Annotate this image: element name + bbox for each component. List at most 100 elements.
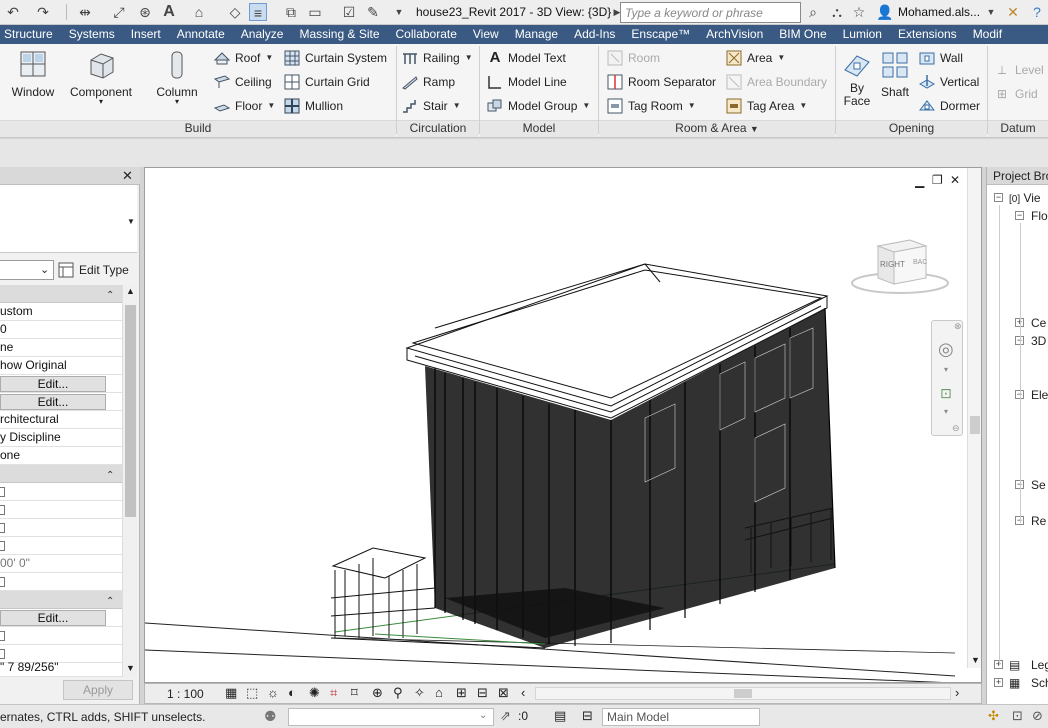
worksets-icon[interactable]: ⚉ [264,708,277,725]
shadows-icon[interactable]: ◐ [288,685,296,700]
tree-node-renderings[interactable]: Re [1031,514,1046,528]
tab-archvision[interactable]: ArchVision [698,25,771,44]
property-row[interactable]: y Discipline [0,429,122,447]
scroll-thumb[interactable] [125,305,136,517]
select-underlay-icon[interactable]: ⊡ [1012,708,1023,724]
checkbox[interactable] [0,487,5,497]
dimension-icon[interactable]: ⤢ [110,3,128,21]
active-design-option-icon[interactable]: ⊟ [582,708,593,724]
tag-area-button[interactable]: Tag Area ▼ [726,96,807,116]
tab-modify[interactable]: Modif [965,25,1010,44]
property-row[interactable] [0,501,122,519]
dormer-button[interactable]: Dormer [919,96,980,116]
property-row[interactable] [0,483,122,501]
binoculars-icon[interactable]: ⌕ [804,3,822,21]
curtain-system-button[interactable]: Curtain System [284,48,387,68]
property-row[interactable]: one [0,447,122,465]
measure-icon[interactable]: ⇹ [76,3,94,21]
edit-type-button[interactable]: Edit Type [58,260,138,280]
edit-button[interactable]: Edit... [0,610,106,626]
group-header[interactable]: ⌃ [0,285,122,303]
tab-view[interactable]: View [465,25,507,44]
edit-button[interactable]: Edit... [0,376,106,392]
tree-node-ceiling-plans[interactable]: Ce [1031,316,1046,330]
checkbox[interactable] [0,523,5,533]
by-face-button[interactable]: By Face [840,48,874,108]
expand-icon[interactable]: + [994,678,1003,687]
wall-opening-button[interactable]: Wall [919,48,963,68]
sun-path-icon[interactable]: ☼ [267,685,279,700]
railing-button[interactable]: Railing ▼ [402,48,473,68]
tab-add-ins[interactable]: Add-Ins [566,25,623,44]
user-name[interactable]: Mohamed.als... [898,0,980,25]
design-options-icon[interactable]: ▤ [554,708,566,724]
tab-massing-site[interactable]: Massing & Site [291,25,387,44]
tree-node-3d-views[interactable]: 3D [1031,334,1046,348]
crop-view-icon[interactable]: ⌗ [330,685,337,701]
text-icon[interactable]: A [160,3,178,21]
tag-room-button[interactable]: Tag Room ▼ [607,96,696,116]
checkbox[interactable] [0,649,5,659]
area-button[interactable]: Area ▼ [726,48,785,68]
property-row[interactable]: 00' 0" [0,555,122,573]
reveal-constraints-icon[interactable]: ⊠ [498,685,509,701]
tab-bim-one[interactable]: BIM One [771,25,834,44]
tab-analyze[interactable]: Analyze [233,25,292,44]
collapse-icon[interactable]: − [1015,211,1024,220]
drawing-area-3d-view[interactable]: ▁ ❐ ✕ RIGHT BAC ⊗ ◎ ▾ ⊡ ▾ ⊖ ▼ [144,167,982,683]
redo-icon[interactable]: ↷ [34,3,52,21]
edit-icon[interactable]: ✎ [364,3,382,21]
search-input[interactable] [620,2,801,23]
floor-button[interactable]: Floor ▼ [214,96,275,116]
tree-node-sections[interactable]: Se [1031,478,1046,492]
curtain-grid-button[interactable]: Curtain Grid [284,72,370,92]
tab-lumion[interactable]: Lumion [835,25,890,44]
scroll-thumb[interactable] [734,689,752,698]
active-model-field[interactable]: Main Model [602,708,760,726]
properties-scrollbar[interactable]: ▲ ▼ [122,285,137,677]
checkbox[interactable] [0,541,5,551]
3d-view-icon[interactable]: ⌂ [190,3,208,21]
window-button[interactable]: Window [8,48,58,99]
mullion-button[interactable]: Mullion [284,96,343,116]
collapse-icon[interactable]: − [994,193,1003,202]
property-row[interactable]: rchitectural [0,411,122,429]
close-icon[interactable]: ✕ [122,167,133,184]
type-selector[interactable]: ▼ [0,185,137,253]
subscription-icon[interactable]: ⛬ [828,3,846,21]
tree-node-views[interactable]: [0] Vie [1009,191,1041,207]
modify-icon[interactable]: ☑ [340,3,358,21]
scroll-right-icon[interactable]: › [955,685,959,700]
editable-only-icon[interactable]: ⇗ [500,708,511,724]
checkbox[interactable] [0,505,5,515]
user-menu-arrow-icon[interactable]: ▼ [982,3,1000,21]
vertical-opening-button[interactable]: Vertical [919,72,979,92]
scroll-down-icon[interactable]: ▼ [126,663,135,673]
worksharing-icon[interactable]: ⌂ [435,685,443,700]
tree-node-elevations[interactable]: Ele [1031,388,1048,402]
lock-view-icon[interactable]: ⊕ [372,685,383,701]
close-hidden-icon[interactable]: ⧉ [282,3,300,21]
rendering-icon[interactable]: ✺ [309,685,320,701]
property-row[interactable] [0,519,122,537]
roof-button[interactable]: Roof ▼ [214,48,273,68]
scroll-up-icon[interactable]: ▲ [126,286,135,296]
visual-style-icon[interactable]: ⬚ [246,685,258,701]
group-header[interactable]: ⌃ [0,465,122,483]
tab-enscape[interactable]: Enscape™ [623,25,698,44]
checkbox[interactable] [0,631,5,641]
workset-dropdown[interactable]: ⌄ [288,708,494,726]
property-row[interactable]: 0 [0,321,122,339]
user-icon[interactable]: 👤 [876,3,894,21]
room-separator-button[interactable]: Room Separator [607,72,716,92]
grid-button[interactable]: ⊞ Grid [994,84,1038,104]
reveal-hidden-icon[interactable]: ✧ [414,685,425,701]
property-row[interactable]: how Original [0,357,122,375]
horizontal-scrollbar[interactable] [535,687,951,700]
customize-qat-icon[interactable]: ▼ [390,3,408,21]
thin-lines-icon[interactable]: ≡ [249,3,267,21]
checkbox[interactable] [0,577,5,587]
model-line-button[interactable]: Model Line [487,72,567,92]
tag-icon[interactable]: ⊛ [136,3,154,21]
undo-icon[interactable]: ↶ [4,3,22,21]
